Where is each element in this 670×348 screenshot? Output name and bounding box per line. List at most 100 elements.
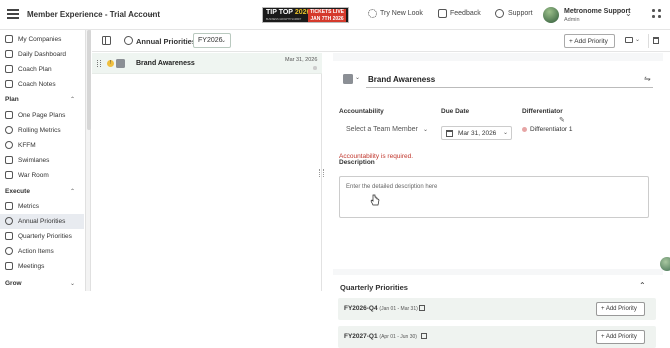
account-title[interactable]: Member Experience - Trial Account [27,10,160,19]
indicator-dot [313,66,317,70]
sparkle-icon [368,9,377,18]
avatar[interactable] [543,7,559,23]
sidebar-item-label: Quarterly Priorities [18,233,72,240]
promo-title: TIP TOP 2026 [266,9,311,16]
add-quarterly-priority-button[interactable]: + Add Priority [596,302,645,316]
dashboard-icon [5,50,13,58]
sidebar-item-label: Coach Plan [18,66,52,73]
sidebar-item-annual-priorities[interactable]: Annual Priorities [0,214,84,229]
priority-title-input[interactable]: Brand Awareness [368,75,435,84]
delete-button[interactable] [648,34,661,48]
print-button[interactable]: ⌄ [624,34,642,48]
sidebar-item-label: My Companies [18,36,62,43]
add-priority-label: + Add Priority [601,334,637,340]
chevron-down-icon[interactable]: ⌄ [355,74,360,81]
sidebar-item-label: One Page Plans [18,112,66,119]
sidebar-item-war-room[interactable]: War Room [0,168,84,183]
sidebar-item-coach-notes[interactable]: Coach Notes [0,77,84,92]
notes-icon [5,80,13,88]
collapse-panel-icon[interactable] [102,36,111,45]
drag-handle-icon[interactable] [97,60,101,67]
chevron-down-icon: ⌄ [503,130,509,136]
sidebar-scrollbar[interactable] [86,30,91,291]
chevron-up-icon[interactable]: ⌃ [70,96,75,103]
sidebar-section-plan[interactable]: Plan [5,96,19,103]
edit-icon[interactable]: ✎ [559,116,565,124]
target-icon [124,36,133,45]
status-icon[interactable] [343,74,353,84]
apps-grid-icon[interactable] [652,9,662,19]
scrollbar-thumb[interactable] [86,30,91,130]
chevron-up-icon[interactable]: ⌃ [70,188,75,195]
sidebar-item-kffm[interactable]: KFFM [0,138,84,153]
chevron-down-icon[interactable]: ⌄ [625,9,632,18]
sidebar-item-coach-plan[interactable]: Coach Plan [0,62,84,77]
chevron-down-icon[interactable]: ⌄ [148,9,155,18]
promo-banner[interactable]: TIP TOP 2026 BUSINESS GROWTH SUMMIT TICK… [262,7,349,23]
kffm-icon [5,141,13,149]
differentiator-value[interactable]: Differentiator 1 [530,126,573,133]
chevron-down-icon[interactable]: ⌄ [70,280,75,287]
sidebar-item-quarterly-priorities[interactable]: Quarterly Priorities [0,229,84,244]
target-icon [5,217,13,225]
team-member-placeholder: Select a Team Member [346,126,418,133]
trash-icon [653,37,659,44]
rolling-icon [5,126,13,134]
sidebar-section-grow[interactable]: Grow [5,280,22,287]
chevron-up-icon[interactable]: ⌃ [639,281,646,290]
try-new-look-link[interactable]: Try New Look [380,10,423,17]
due-date-value: Mar 31, 2026 [458,130,497,137]
sidebar-item-label: Daily Dashboard [18,51,67,58]
quarter-row: FY2026-Q4 (Jan 01 - Mar 31) + Add Priori… [338,298,656,320]
add-priority-button[interactable]: + Add Priority [564,34,615,48]
sidebar-section-execute[interactable]: Execute [5,188,30,195]
sync-icon[interactable]: ⇋ [644,74,651,83]
external-link-icon[interactable] [421,333,427,339]
coach-plan-icon [5,65,13,73]
priority-badge: ! [107,60,114,67]
external-link-icon[interactable] [419,305,425,311]
quarterly-priorities-section: Quarterly Priorities ⌃ FY2026-Q4 (Jan 01… [333,275,663,348]
due-date-label: Due Date [441,108,470,115]
status-icon[interactable] [116,59,125,68]
team-member-select[interactable]: Select a Team Member ⌄ [339,118,429,141]
description-textarea[interactable]: Enter the detailed description here [339,176,649,218]
sidebar-item-action-items[interactable]: Action Items [0,244,84,259]
sidebar-item-my-companies[interactable]: My Companies [0,32,84,47]
sidebar-item-label: Coach Notes [18,81,56,88]
top-bar: Member Experience - Trial Account ⌄ TIP … [0,0,670,30]
quarter-label: FY2027-Q1 (Apr 01 - Jun 30) [344,333,417,340]
sidebar-item-rolling-metrics[interactable]: Rolling Metrics [0,123,84,138]
menu-icon[interactable] [7,9,19,19]
fiscal-year-select[interactable]: FY2026 ⌄ [193,33,231,48]
add-quarterly-priority-button[interactable]: + Add Priority [596,330,645,344]
due-date-picker[interactable]: Mar 31, 2026 ⌄ [441,126,512,140]
accountability-label: Accountability [339,108,384,115]
sidebar-item-swimlanes[interactable]: Swimlanes [0,153,84,168]
description-placeholder: Enter the detailed description here [346,184,438,190]
page-title: Annual Priorities [136,37,197,46]
resize-handle[interactable] [319,169,324,177]
user-name[interactable]: Metronome Support [564,8,631,15]
sidebar-item-meetings[interactable]: Meetings [0,259,84,274]
support-chat-avatar[interactable] [660,257,670,271]
priority-detail-card: ⌄ Brand Awareness ⇋ Accountability Selec… [333,61,663,269]
feedback-icon [438,9,447,18]
war-room-icon [5,171,13,179]
sidebar-item-daily-dashboard[interactable]: Daily Dashboard [0,47,84,62]
sidebar-item-one-page-plans[interactable]: One Page Plans [0,108,84,123]
priority-date: Mar 31, 2026 [285,57,318,63]
feedback-link[interactable]: Feedback [450,10,481,17]
quarter-row: FY2027-Q1 (Apr 01 - Jun 30) + Add Priori… [338,326,656,348]
sidebar-item-label: Action Items [18,248,54,255]
sidebar-item-label: Annual Priorities [18,218,66,225]
support-link[interactable]: Support [508,10,533,17]
sidebar: My Companies Daily Dashboard Coach Plan … [0,30,86,291]
list-item[interactable]: ! Brand Awareness Mar 31, 2026 [92,53,322,74]
action-items-icon [5,247,13,255]
priority-title[interactable]: Brand Awareness [136,60,195,67]
priority-list: ! Brand Awareness Mar 31, 2026 [92,53,322,291]
swimlanes-icon [5,156,13,164]
sidebar-item-metrics[interactable]: Metrics [0,199,84,214]
promo-badge: TICKETS LIVE JAN 7TH 2026 [308,9,346,22]
